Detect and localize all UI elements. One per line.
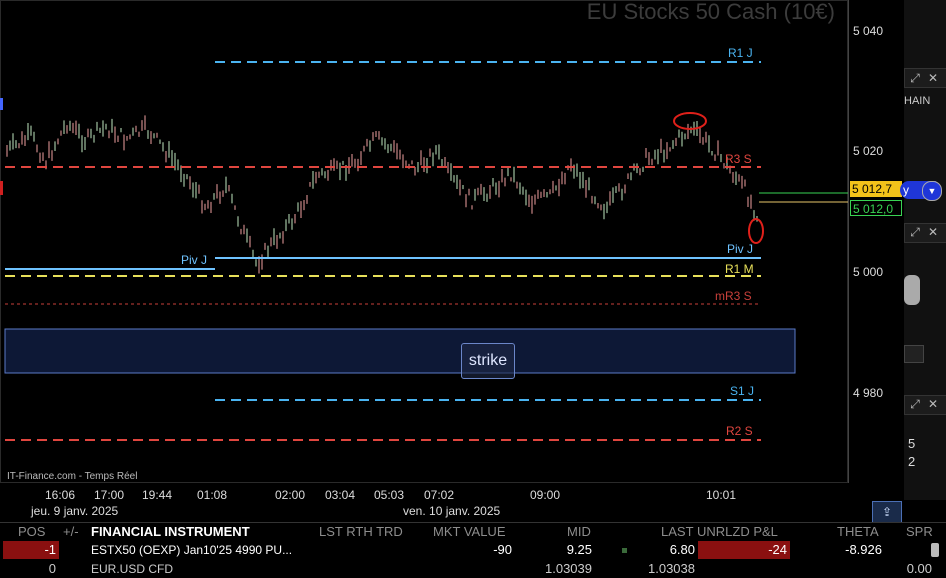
mkt-value-cell: -90 — [493, 542, 512, 557]
col-header-lst-rth-trd[interactable]: LST RTH TRD — [319, 524, 403, 539]
level-label-r2s: R2 S — [726, 424, 753, 438]
level-label-r1m: R1 M — [725, 262, 754, 276]
mid-cell: 1.03039 — [545, 561, 592, 576]
last-cell: 1.03038 — [648, 561, 695, 576]
side-input-box[interactable] — [904, 345, 924, 363]
position-cell[interactable]: 0 — [3, 560, 59, 578]
x-tick: 02:00 — [275, 488, 306, 502]
col-header-instrument[interactable]: FINANCIAL INSTRUMENT — [91, 524, 250, 539]
x-tick: 07:02 — [424, 488, 455, 502]
portfolio-row[interactable]: -1 ESTX50 (OEXP) Jan10'25 4990 PU... -90… — [0, 541, 946, 559]
portfolio-row[interactable]: 0 EUR.USD CFD 1.03039 1.03038 0.00 — [0, 560, 946, 578]
col-header-spr[interactable]: SPR — [906, 524, 933, 539]
y-tick-5020: 5 020 — [853, 144, 884, 158]
left-edge-marker-red — [0, 181, 3, 195]
x-tick: 10:01 — [706, 488, 737, 502]
toggle-control[interactable] — [904, 275, 920, 305]
level-label-s1j: S1 J — [730, 384, 755, 398]
annotation-circle-high — [673, 112, 707, 130]
annotation-circle-low — [748, 218, 764, 244]
level-label-mr3s: mR3 S — [715, 289, 752, 303]
x-date-label: jeu. 9 janv. 2025 — [31, 504, 119, 518]
x-tick: 01:08 — [197, 488, 228, 502]
data-source-watermark: IT-Finance.com - Temps Réel — [7, 471, 138, 482]
col-header-mkt-value[interactable]: MKT VALUE — [433, 524, 505, 539]
x-tick: 19:44 — [142, 488, 173, 502]
y-tick-5000: 5 000 — [853, 265, 884, 279]
instrument-cell[interactable]: EUR.USD CFD — [91, 560, 173, 578]
col-header-unrlzd-pl[interactable]: UNRLZD P&L — [697, 524, 778, 539]
price-axis[interactable] — [848, 0, 905, 483]
scrollbar-thumb[interactable] — [931, 543, 939, 557]
left-edge-marker-blue — [0, 98, 3, 110]
col-header-last[interactable]: LAST — [661, 524, 694, 539]
side-value-2: 2 — [908, 454, 916, 469]
col-header-mid[interactable]: MID — [567, 524, 591, 539]
theta-cell: -8.926 — [845, 542, 882, 557]
side-value-1: 5 — [908, 436, 916, 451]
last-cell: 6.80 — [669, 542, 695, 557]
level-label-pivj-left: Piv J — [181, 253, 208, 267]
expand-icon[interactable]: ⤢ — [908, 71, 922, 85]
expand-icon[interactable]: ⤢ — [908, 225, 922, 239]
strike-label[interactable]: strike — [461, 343, 515, 379]
theta-cell: 0.00 — [906, 561, 932, 576]
scroll-to-latest-button[interactable]: ⇪ — [872, 501, 902, 523]
last-price-marker: 5 012,7 — [850, 181, 902, 197]
side-panel-strip: ⤢ ✕ HAIN y ▼ ⤢ ✕ ⤢ ✕ 5 2 — [900, 0, 946, 500]
x-tick: 16:06 — [45, 488, 76, 502]
expand-icon[interactable]: ⤢ — [908, 397, 922, 411]
col-header-pos[interactable]: POS — [18, 524, 45, 539]
mid-price-marker: 5 012,0 — [850, 200, 902, 216]
level-label-r1j: R1 J — [728, 46, 753, 60]
close-icon[interactable]: ✕ — [926, 397, 940, 411]
candlestick-series — [6, 115, 758, 274]
x-date-label: ven. 10 janv. 2025 — [403, 504, 501, 518]
col-header-plusminus[interactable]: +/- — [63, 524, 79, 539]
x-tick: 09:00 — [530, 488, 561, 502]
chevron-down-icon: ▼ — [922, 181, 942, 201]
level-label-pivj-right: Piv J — [727, 242, 754, 256]
chain-label[interactable]: HAIN — [904, 95, 930, 107]
x-tick: 05:03 — [374, 488, 405, 502]
portfolio-header: POS +/- FINANCIAL INSTRUMENT LST RTH TRD… — [0, 522, 946, 540]
chart-title: EU Stocks 50 Cash (10€) — [586, 0, 835, 24]
dropdown-letter: y — [903, 183, 909, 197]
col-header-theta[interactable]: THETA — [837, 524, 879, 539]
x-tick: 03:04 — [325, 488, 356, 502]
y-tick-4980: 4 980 — [853, 386, 884, 400]
dropdown-selector[interactable]: y ▼ — [900, 181, 942, 201]
x-tick: 17:00 — [94, 488, 125, 502]
price-chart[interactable]: EU Stocks 50 Cash (10€) IT-Finance.com -… — [0, 0, 849, 484]
instrument-cell[interactable]: ESTX50 (OEXP) Jan10'25 4990 PU... — [91, 541, 292, 559]
mid-cell: 9.25 — [566, 542, 592, 557]
close-icon[interactable]: ✕ — [926, 225, 940, 239]
unrlzd-pl-cell: -24 — [698, 541, 790, 559]
level-label-r3s: R3 S — [725, 152, 752, 166]
position-cell[interactable]: -1 — [3, 541, 59, 559]
trend-dot-icon — [622, 548, 627, 553]
strike-band — [4, 328, 796, 374]
close-icon[interactable]: ✕ — [926, 71, 940, 85]
y-tick-5040: 5 040 — [853, 24, 884, 38]
chart-canvas[interactable] — [1, 1, 849, 484]
